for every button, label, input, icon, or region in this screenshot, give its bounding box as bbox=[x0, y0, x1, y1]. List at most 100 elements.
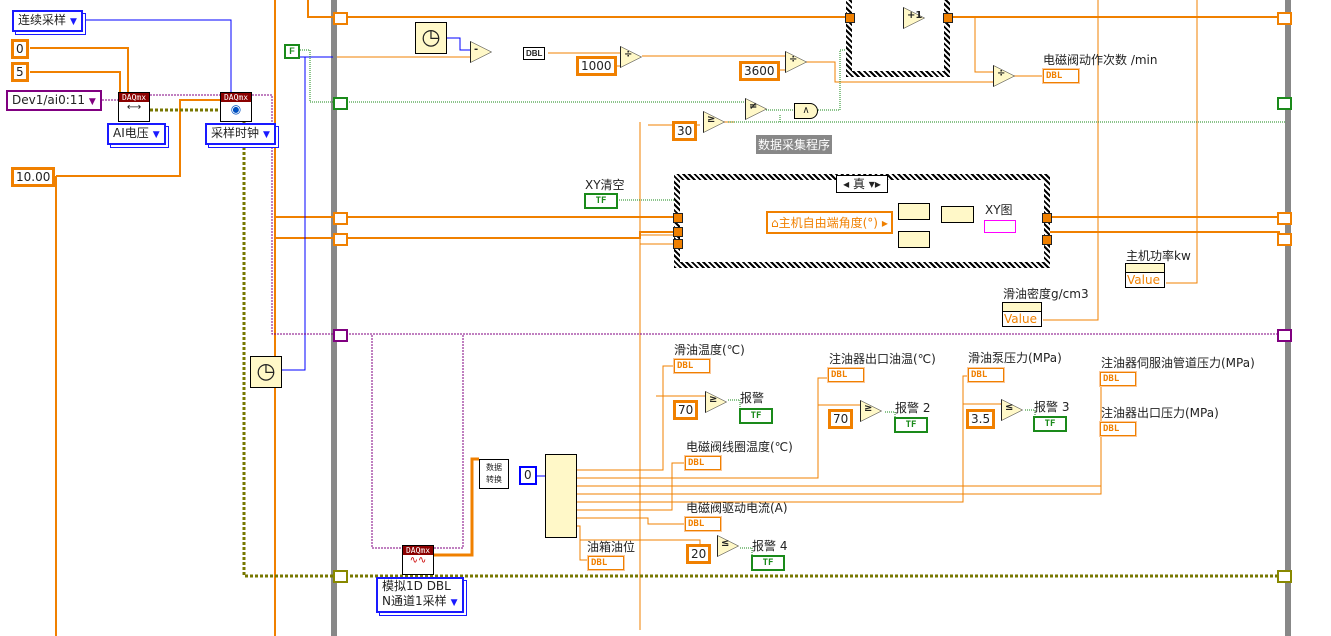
indicator-label: 电磁阀驱动电流(A) bbox=[686, 501, 788, 515]
threshold-constant[interactable]: 3.5 bbox=[966, 409, 996, 429]
dropdown-arrow-icon: ▼ bbox=[70, 17, 77, 27]
shift-register-right bbox=[1277, 329, 1292, 342]
threshold-constant[interactable]: 70 bbox=[828, 409, 854, 429]
tank-level-indicator[interactable]: DBL bbox=[588, 556, 624, 570]
dropdown-arrow-icon: ▼ bbox=[88, 97, 96, 107]
build-array-node[interactable] bbox=[898, 203, 930, 220]
indicator-label: 油箱油位 bbox=[587, 540, 636, 554]
alarm-label: 报警 3 bbox=[1034, 400, 1070, 414]
servo-pressure-indicator[interactable]: DBL bbox=[1100, 372, 1136, 386]
less-or-equal-node[interactable]: ≤ bbox=[1001, 399, 1023, 421]
alarm-label: 报警 bbox=[740, 391, 765, 405]
case-structure-counter[interactable] bbox=[846, 0, 950, 77]
constant-30[interactable]: 30 bbox=[672, 121, 698, 141]
timing-type-ring[interactable]: 采样时钟 ▼ bbox=[205, 123, 276, 145]
divide-node[interactable]: ÷ bbox=[620, 46, 642, 68]
injector-oil-temp-indicator[interactable]: DBL bbox=[828, 368, 864, 382]
and-node[interactable]: ∧ bbox=[794, 103, 818, 119]
alarm-indicator[interactable]: TF bbox=[739, 408, 773, 424]
tunnel bbox=[845, 13, 855, 23]
xy-graph-label: XY图 bbox=[985, 203, 1013, 217]
indicator-label: 注油器伺服油管道压力(MPa) bbox=[1101, 356, 1255, 370]
case-selector[interactable]: ◂ 真 ▾▸ bbox=[836, 175, 888, 193]
divide-node[interactable]: ÷ bbox=[993, 65, 1015, 87]
alarm-indicator[interactable]: TF bbox=[894, 417, 928, 433]
max-value-constant[interactable]: 5 bbox=[11, 62, 29, 82]
coil-temp-indicator[interactable]: DBL bbox=[685, 456, 721, 470]
count-label: 电磁阀动作次数 /min bbox=[1043, 53, 1158, 67]
greater-or-equal-node[interactable]: ≥ bbox=[705, 391, 727, 413]
injector-pressure-indicator[interactable]: DBL bbox=[1100, 422, 1136, 436]
threshold-constant[interactable]: 20 bbox=[686, 544, 712, 564]
tick-count-icon[interactable]: ◷ bbox=[250, 356, 282, 388]
lube-temp-indicator[interactable]: DBL bbox=[674, 359, 710, 373]
density-label: 滑油密度g/cm3 bbox=[1003, 287, 1089, 301]
tunnel bbox=[673, 239, 683, 249]
channel-constant[interactable]: Dev1/ai0:11 ▼ bbox=[6, 90, 102, 111]
clear-control[interactable]: TF bbox=[584, 193, 618, 209]
less-or-equal-node[interactable]: ≤ bbox=[717, 535, 739, 557]
power-property-node[interactable]: Value bbox=[1125, 263, 1165, 288]
shift-register-left bbox=[333, 97, 348, 110]
daqmx-timing[interactable]: DAQmx ◉ bbox=[220, 92, 252, 122]
wires bbox=[30, 0, 1291, 636]
alarm-indicator[interactable]: TF bbox=[1033, 416, 1067, 432]
divide-node[interactable]: ÷ bbox=[785, 51, 807, 73]
loop-label: 数据采集程序 bbox=[756, 135, 833, 154]
clear-label: XY清空 bbox=[585, 178, 625, 192]
index-array-node[interactable] bbox=[545, 454, 577, 538]
sample-mode-ring[interactable]: 连续采样 ▼ bbox=[12, 10, 83, 32]
daqmx-read[interactable]: DAQmx ∿∿ bbox=[402, 545, 434, 575]
build-array-node[interactable] bbox=[898, 231, 930, 248]
tick-count-icon[interactable]: ◷ bbox=[415, 22, 447, 54]
constant-1000[interactable]: 1000 bbox=[576, 56, 617, 76]
drive-current-indicator[interactable]: DBL bbox=[685, 517, 721, 531]
min-value-constant[interactable]: 0 bbox=[11, 39, 29, 59]
shift-register-right bbox=[1277, 212, 1292, 225]
greater-or-equal-node[interactable]: ≥ bbox=[860, 400, 882, 422]
shift-register-right bbox=[1277, 570, 1292, 583]
shift-register-left bbox=[333, 233, 348, 246]
tunnel bbox=[943, 13, 953, 23]
threshold-constant[interactable]: 70 bbox=[673, 400, 699, 420]
rate-constant[interactable]: 10.00 bbox=[11, 167, 56, 187]
subtract-node[interactable]: - bbox=[470, 41, 492, 63]
indicator-label: 注油器出口油温(℃) bbox=[829, 352, 936, 366]
dropdown-arrow-icon: ▼ bbox=[152, 130, 160, 140]
daqmx-create-channel[interactable]: DAQmx ⟷ bbox=[118, 92, 150, 122]
to-double-node[interactable]: DBL bbox=[523, 47, 546, 60]
build-xy-node[interactable] bbox=[941, 206, 974, 223]
increment-node[interactable]: +1 bbox=[903, 7, 925, 29]
tunnel bbox=[673, 213, 683, 223]
read-icon: ∿∿ bbox=[409, 555, 427, 566]
density-property-node[interactable]: Value bbox=[1002, 302, 1042, 327]
alarm-indicator[interactable]: TF bbox=[751, 555, 785, 571]
indicator-label: 滑油温度(℃) bbox=[674, 343, 745, 357]
shift-register-left bbox=[333, 12, 348, 25]
create-channel-icon: ⟷ bbox=[126, 102, 142, 113]
pump-pressure-indicator[interactable]: DBL bbox=[968, 368, 1004, 382]
tunnel bbox=[1042, 235, 1052, 245]
tunnel bbox=[673, 227, 683, 237]
indicator-label: 电磁阀线圈温度(℃) bbox=[686, 440, 793, 454]
false-constant[interactable]: F bbox=[284, 44, 300, 59]
alarm-label: 报警 4 bbox=[752, 539, 788, 553]
indicator-label: 注油器出口压力(MPa) bbox=[1101, 406, 1219, 420]
create-channel-type-ring[interactable]: AI电压 ▼ bbox=[107, 123, 166, 145]
shift-register-right bbox=[1277, 97, 1292, 110]
constant-3600[interactable]: 3600 bbox=[739, 61, 780, 81]
greater-or-equal-node[interactable]: ≥ bbox=[703, 111, 725, 133]
clock-icon: ◉ bbox=[230, 102, 242, 116]
not-equal-node[interactable]: ≠ bbox=[745, 98, 767, 120]
shift-register-left bbox=[333, 212, 348, 225]
angle-local-variable[interactable]: ⌂主机自由端角度(°) ▸ bbox=[766, 211, 893, 234]
count-indicator[interactable]: DBL bbox=[1043, 69, 1079, 83]
data-convert-subvi[interactable]: 数据 转换 bbox=[479, 459, 509, 489]
power-label: 主机功率kw bbox=[1126, 249, 1191, 263]
xy-graph-indicator[interactable] bbox=[984, 220, 1016, 233]
shift-register-left bbox=[333, 570, 348, 583]
index-constant[interactable]: 0 bbox=[519, 466, 537, 485]
shift-register-left bbox=[333, 329, 348, 342]
alarm-label: 报警 2 bbox=[895, 401, 931, 415]
read-type-ring[interactable]: 模拟1D DBL N通道1采样 ▼ bbox=[376, 577, 464, 613]
